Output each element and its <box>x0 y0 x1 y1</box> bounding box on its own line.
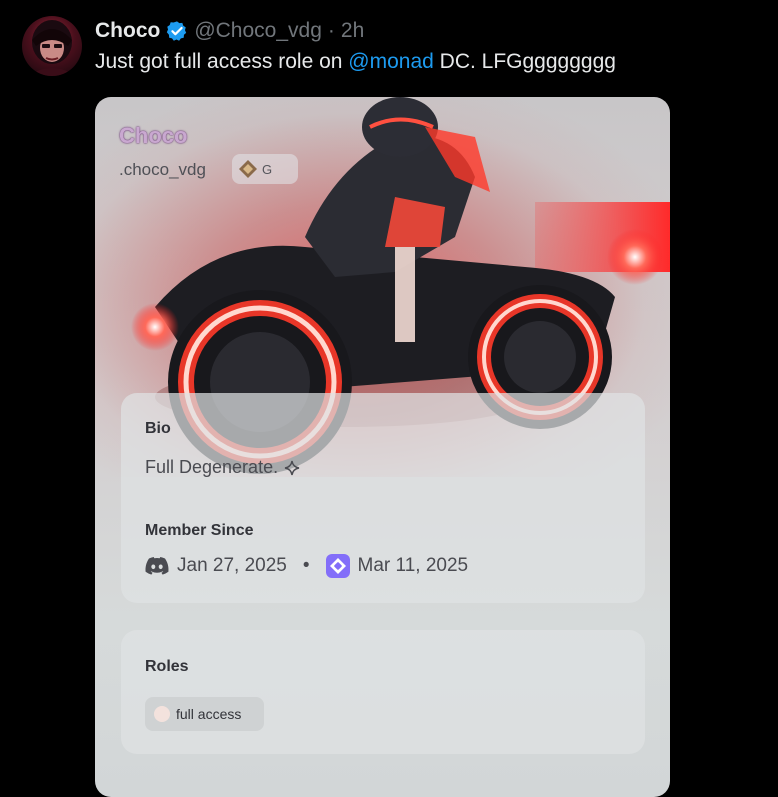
author-display-name[interactable]: Choco <box>95 19 160 43</box>
discord-join-date: Jan 27, 2025 <box>177 555 287 576</box>
verified-badge-icon <box>167 21 187 41</box>
tweet-text-after: DC. LFGgggggggg <box>433 50 616 73</box>
tweet-text-before: Just got full access role on <box>95 50 349 73</box>
author-avatar[interactable] <box>22 16 82 76</box>
server-join-date: Mar 11, 2025 <box>357 555 469 576</box>
guild-tag-badge: G <box>232 154 298 184</box>
profile-display-name: Choco <box>119 123 188 148</box>
discord-icon <box>145 557 169 575</box>
member-since-row: Jan 27, 2025 • Mar 11, 2025 <box>145 553 468 579</box>
mention-link[interactable]: @monad <box>348 50 434 73</box>
roles-label: Roles <box>145 658 189 675</box>
tweet-media-image[interactable]: Choco .choco_vdg G Bio Full Degenerate. … <box>95 97 670 797</box>
tweet-header: Choco @Choco_vdg · 2h <box>95 16 364 46</box>
guild-tag-icon <box>239 160 257 178</box>
bio-text: Full Degenerate. <box>145 457 300 478</box>
sparkle-icon <box>284 460 300 475</box>
bio-label: Bio <box>145 420 171 437</box>
tweet-timestamp[interactable]: 2h <box>341 19 364 43</box>
date-separator: • <box>302 555 310 576</box>
role-pill: full access <box>145 697 264 731</box>
monad-server-icon <box>325 554 350 578</box>
header-separator: · <box>327 19 335 42</box>
author-handle[interactable]: @Choco_vdg <box>194 19 322 43</box>
role-color-dot <box>154 706 170 722</box>
guild-tag-text: G <box>262 161 273 177</box>
member-since-label: Member Since <box>145 522 254 539</box>
bio-card: Bio Full Degenerate. Member Since Jan 27… <box>121 393 645 603</box>
roles-card: Roles full access <box>121 630 645 754</box>
profile-username: .choco_vdg <box>119 160 206 179</box>
tweet-text: Just got full access role on @monad DC. … <box>95 50 616 74</box>
bio-text-value: Full Degenerate. <box>145 457 279 477</box>
role-name: full access <box>176 706 242 722</box>
